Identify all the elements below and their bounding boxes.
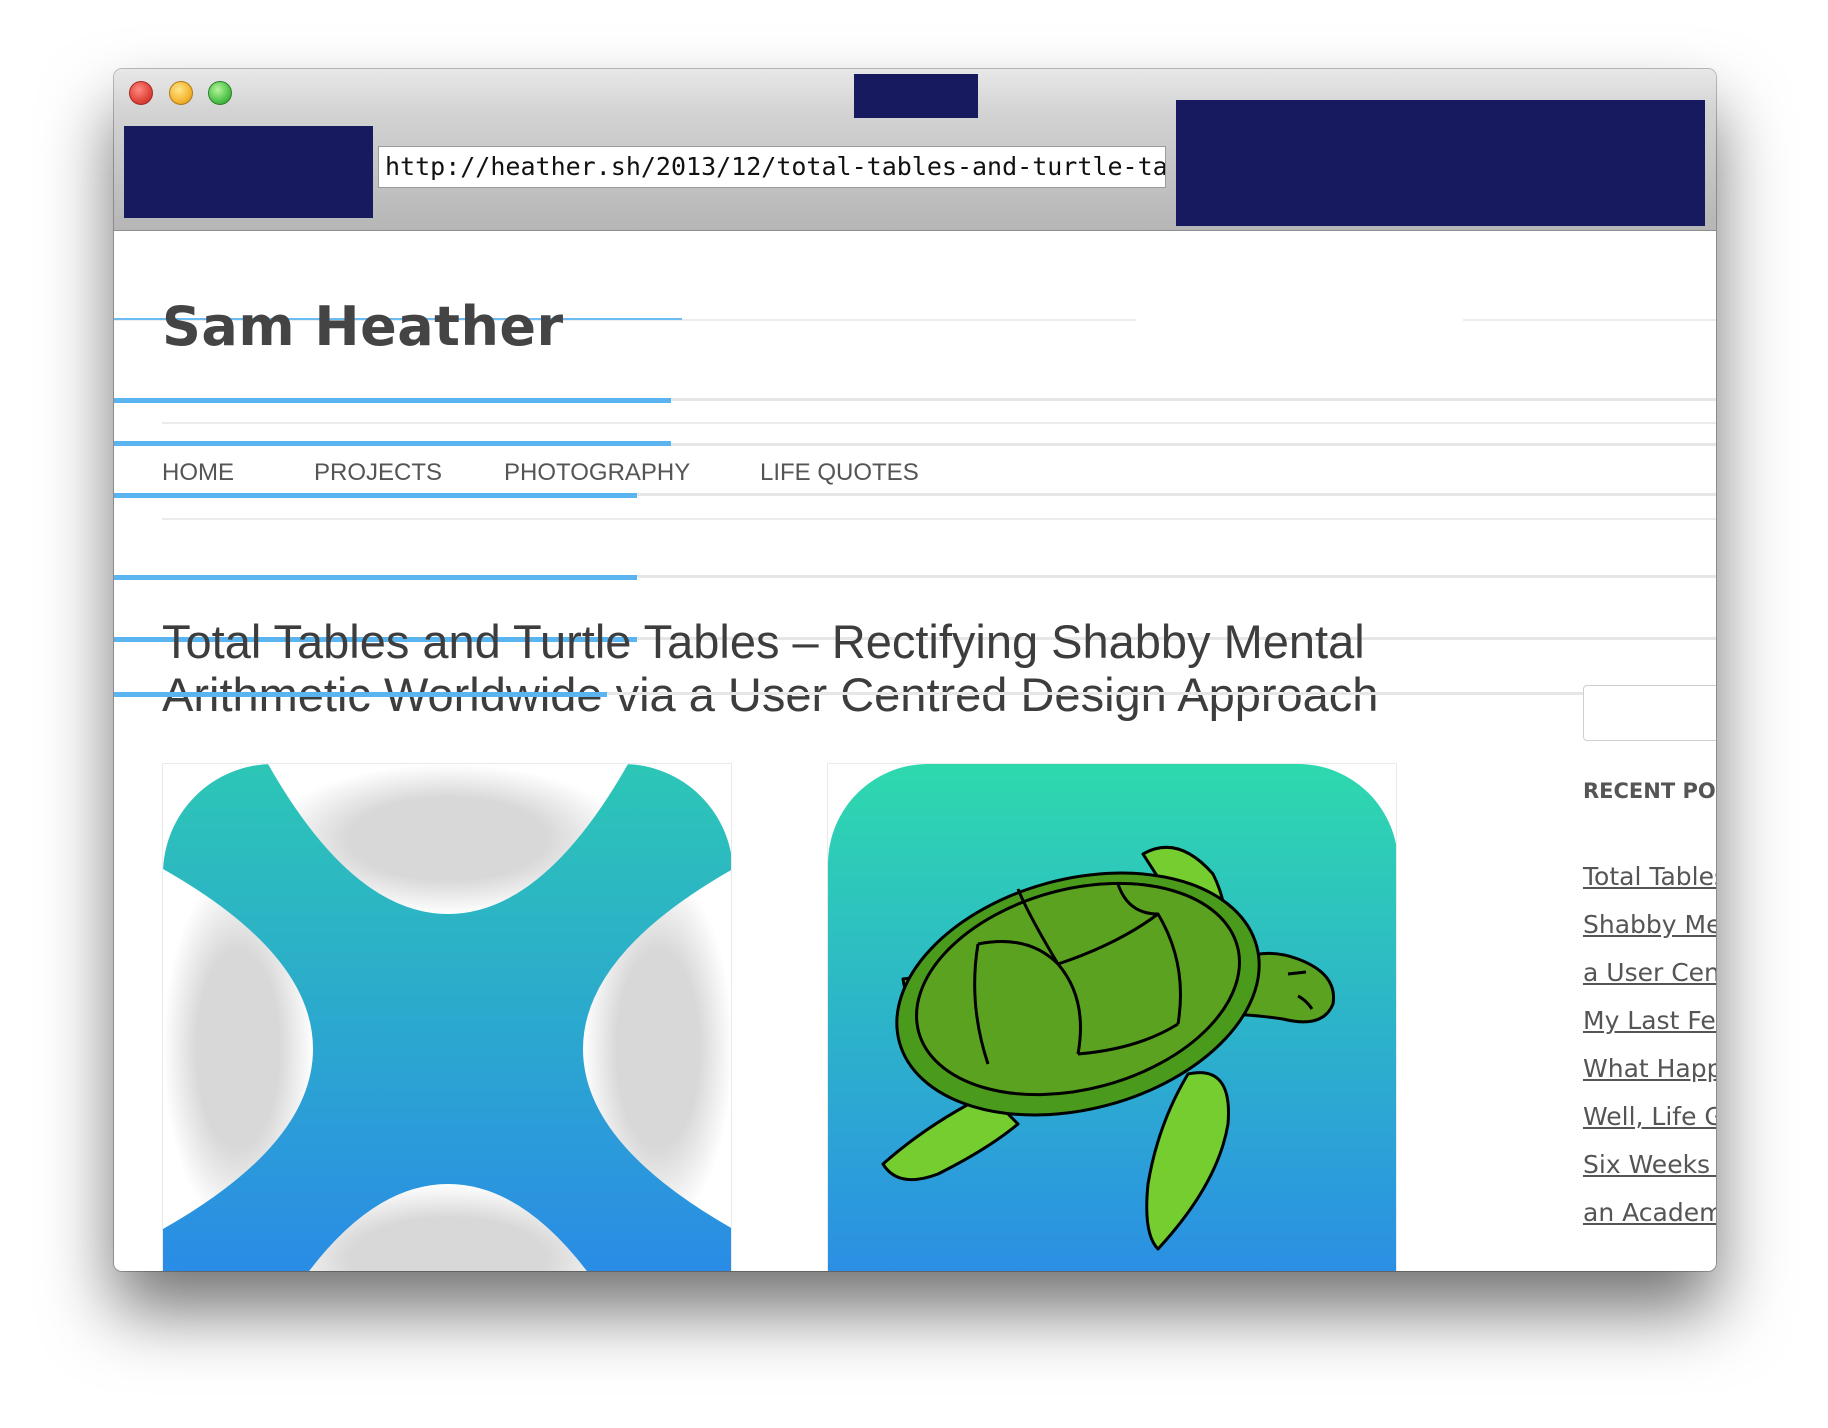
- list-item: a User Cent: [1583, 949, 1716, 997]
- recent-post-link[interactable]: Six Weeks C: [1583, 1150, 1716, 1179]
- recent-posts-list: Total Tables Shabby Me a User Cent My La…: [1583, 853, 1716, 1237]
- divider: [1463, 319, 1716, 321]
- turtle-tables-image[interactable]: [827, 763, 1397, 1271]
- list-item: My Last Fev: [1583, 997, 1716, 1045]
- search-input[interactable]: [1583, 685, 1716, 741]
- nav-photography[interactable]: PHOTOGRAPHY: [504, 459, 690, 487]
- minimize-window-button[interactable]: [169, 81, 193, 105]
- accent-line: [114, 441, 671, 446]
- close-window-button[interactable]: [129, 81, 153, 105]
- total-tables-image[interactable]: [162, 763, 732, 1271]
- list-item: an Academ: [1583, 1189, 1716, 1237]
- accent-line: [114, 493, 637, 498]
- recent-post-link[interactable]: Well, Life G: [1583, 1102, 1716, 1131]
- divider: [162, 518, 1716, 520]
- zoom-window-button[interactable]: [208, 81, 232, 105]
- list-item: Total Tables: [1583, 853, 1716, 901]
- turtle-tables-app-icon: [828, 764, 1396, 1271]
- redacted-toolbar-right: [1176, 100, 1705, 226]
- recent-post-link[interactable]: Shabby Me: [1583, 910, 1716, 939]
- accent-line: [114, 692, 607, 697]
- browser-titlebar: http://heather.sh/2013/12/total-tables-a…: [114, 69, 1716, 231]
- list-item: What Happ: [1583, 1045, 1716, 1093]
- post-title[interactable]: Total Tables and Turtle Tables – Rectify…: [162, 615, 1412, 721]
- nav-projects[interactable]: PROJECTS: [314, 459, 442, 487]
- total-tables-app-icon: [163, 764, 731, 1271]
- recent-post-link[interactable]: What Happ: [1583, 1054, 1716, 1083]
- recent-post-link[interactable]: an Academ: [1583, 1198, 1716, 1227]
- recent-post-link[interactable]: Total Tables: [1583, 862, 1716, 891]
- redacted-window-title: [854, 74, 978, 118]
- list-item: Well, Life G: [1583, 1093, 1716, 1141]
- browser-window: http://heather.sh/2013/12/total-tables-a…: [114, 69, 1716, 1271]
- recent-post-link[interactable]: a User Cent: [1583, 958, 1716, 987]
- nav-home[interactable]: HOME: [162, 459, 234, 487]
- recent-post-link[interactable]: My Last Fev: [1583, 1006, 1716, 1035]
- redacted-toolbar-left: [124, 126, 373, 218]
- site-title[interactable]: Sam Heather: [162, 295, 564, 358]
- list-item: Shabby Me: [1583, 901, 1716, 949]
- accent-line: [114, 575, 637, 580]
- divider: [162, 422, 1716, 424]
- accent-line: [114, 398, 671, 403]
- address-bar[interactable]: http://heather.sh/2013/12/total-tables-a…: [378, 146, 1166, 188]
- list-item: Six Weeks C: [1583, 1141, 1716, 1189]
- nav-life-quotes[interactable]: LIFE QUOTES: [760, 459, 919, 487]
- recent-posts-heading: RECENT POS: [1583, 779, 1716, 803]
- web-page: Sam Heather HOME PROJECTS PHOTOGRAPHY LI…: [114, 231, 1716, 1271]
